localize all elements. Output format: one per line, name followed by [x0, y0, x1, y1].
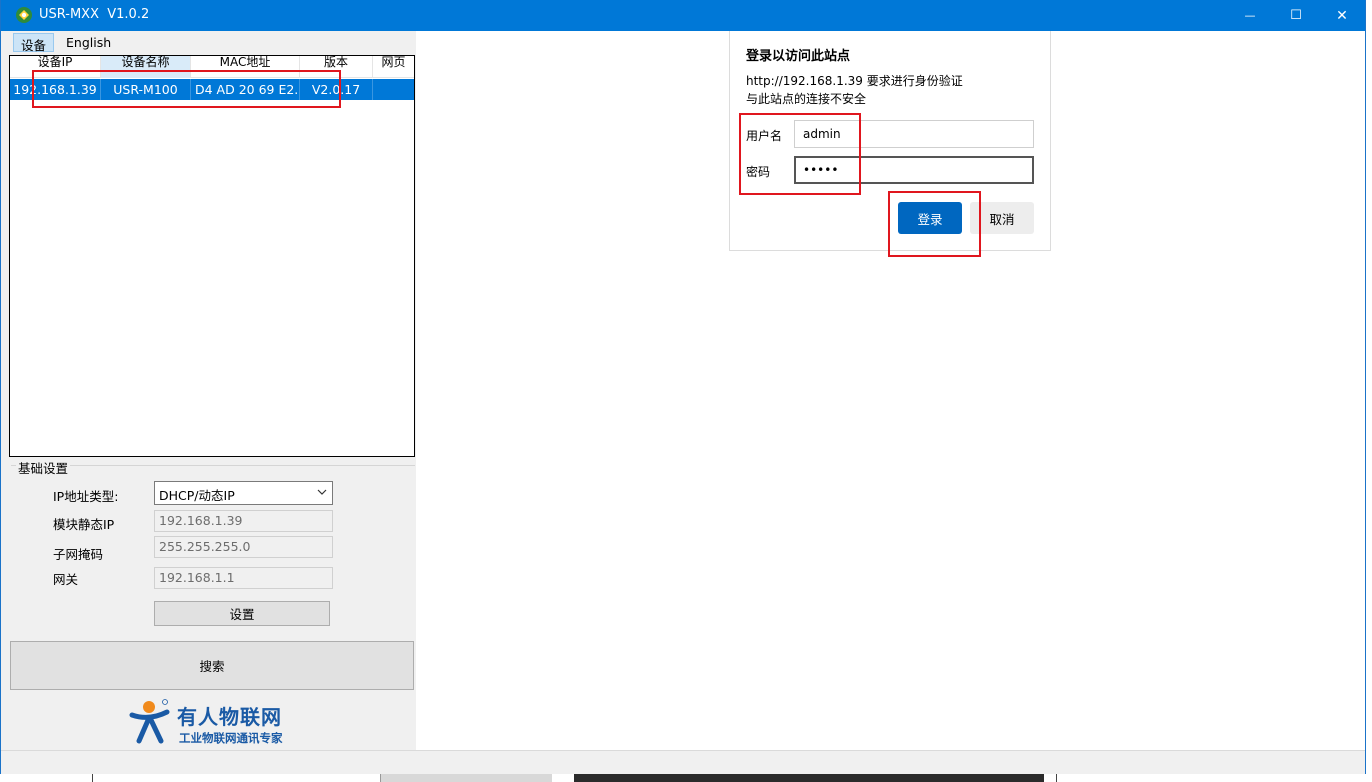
- column-header-ip[interactable]: 设备IP: [10, 56, 101, 78]
- web-view: 登录以访问此站点 http://192.168.1.39 要求进行身份验证 与此…: [416, 31, 1365, 750]
- maximize-icon: ☐: [1290, 8, 1302, 23]
- minimize-icon: —: [1244, 9, 1256, 22]
- background-divider: [92, 774, 93, 782]
- username-field[interactable]: admin: [794, 120, 1034, 148]
- ip-type-value: DHCP/动态IP: [159, 488, 235, 503]
- gateway-label: 网关: [53, 572, 79, 587]
- chevron-down-icon: [317, 489, 327, 495]
- list-header: 设备IP 设备名称 MAC地址 版本 网页: [10, 56, 414, 78]
- gateway-field[interactable]: 192.168.1.1: [154, 567, 333, 589]
- background-divider-right: [1056, 774, 1057, 782]
- device-list[interactable]: 设备IP 设备名称 MAC地址 版本 网页 192.168.1.39 USR-M…: [9, 55, 415, 457]
- background-panel-dark: [574, 774, 1044, 782]
- static-ip-label: 模块静态IP: [53, 517, 115, 532]
- status-bar: [1, 750, 1365, 774]
- brand-person-icon: [129, 699, 170, 744]
- brand-slogan: 工业物联网通讯专家: [179, 731, 283, 745]
- ip-type-select[interactable]: DHCP/动态IP: [154, 481, 333, 505]
- subnet-field[interactable]: 255.255.255.0: [154, 536, 333, 558]
- close-icon: ✕: [1336, 7, 1348, 24]
- app-window: USR-MXX V1.0.2 — ☐ ✕ 设备 English 设备IP 设备名…: [0, 0, 1366, 782]
- background-panel: [380, 774, 552, 782]
- auth-message: http://192.168.1.39 要求进行身份验证: [746, 74, 963, 88]
- cell-name: USR-M100: [101, 79, 191, 100]
- cell-mac: D4 AD 20 69 E2...: [191, 79, 300, 100]
- table-row[interactable]: 192.168.1.39 USR-M100 D4 AD 20 69 E2... …: [10, 79, 414, 100]
- column-header-name[interactable]: 设备名称: [101, 56, 191, 78]
- group-title: 基础设置: [16, 458, 71, 477]
- search-button[interactable]: 搜索: [10, 641, 414, 690]
- close-button[interactable]: ✕: [1319, 0, 1365, 31]
- dialog-title: 登录以访问此站点: [746, 49, 851, 64]
- window-title: USR-MXX V1.0.2: [39, 7, 150, 22]
- login-dialog: 登录以访问此站点 http://192.168.1.39 要求进行身份验证 与此…: [729, 31, 1051, 251]
- password-field[interactable]: •••••: [794, 156, 1034, 184]
- brand-logo: 有人物联网 工业物联网通讯专家: [129, 698, 329, 748]
- column-header-mac[interactable]: MAC地址: [191, 56, 300, 78]
- insecure-warning: 与此站点的连接不安全: [746, 92, 867, 106]
- minimize-button[interactable]: —: [1227, 0, 1273, 31]
- cell-ip: 192.168.1.39: [10, 79, 101, 100]
- ip-type-label: IP地址类型:: [53, 489, 119, 504]
- username-label: 用户名: [746, 129, 783, 143]
- static-ip-field[interactable]: 192.168.1.39: [154, 510, 333, 532]
- column-header-web[interactable]: 网页: [373, 56, 414, 78]
- cancel-button[interactable]: 取消: [970, 202, 1034, 234]
- subnet-label: 子网掩码: [53, 547, 104, 562]
- cell-version: V2.0.17: [300, 79, 373, 100]
- title-bar[interactable]: USR-MXX V1.0.2 — ☐ ✕: [1, 0, 1365, 31]
- maximize-button[interactable]: ☐: [1273, 0, 1319, 31]
- brand-name: 有人物联网: [177, 705, 282, 729]
- app-icon: [16, 7, 32, 23]
- cell-web[interactable]: [373, 79, 414, 100]
- menu-english[interactable]: English: [58, 33, 119, 52]
- column-header-version[interactable]: 版本: [300, 56, 373, 78]
- menu-device[interactable]: 设备: [13, 33, 55, 53]
- login-button[interactable]: 登录: [898, 202, 962, 234]
- password-label: 密码: [746, 165, 771, 179]
- set-button[interactable]: 设置: [154, 601, 330, 626]
